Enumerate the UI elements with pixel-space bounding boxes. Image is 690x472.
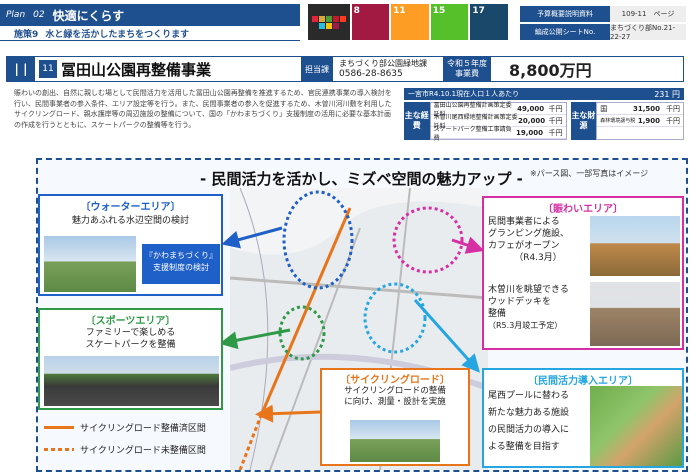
water-area-text: 魅力あふれる水辺空間の検討 — [71, 216, 189, 226]
legend-solid-swatch — [44, 425, 74, 429]
skatepark-photo — [44, 356, 219, 406]
lively-title: 〔賑わいエリア〕 — [543, 204, 623, 215]
cycling-photo — [350, 420, 440, 462]
cycling-text1: サイクリングロードの整備 — [344, 386, 446, 396]
legend-item: サイクリングロード未整備区間 — [44, 440, 234, 458]
legend-dashed-swatch — [44, 447, 74, 451]
cycling-text2: に向け、測量・設計を実施 — [344, 397, 446, 407]
sports-area-text1: ファミリーで楽しめる — [85, 328, 176, 338]
legend-label: サイクリングロード整備済区間 — [80, 423, 206, 434]
sports-area-box: 〔スポーツエリア〕 ファミリーで楽しめる スケートパークを整備 — [38, 308, 223, 410]
lively-text: 民間事業者による グランピング施設、 カフェがオープン （R4.3月） — [488, 217, 570, 263]
private-area-box: 〔民間活力導入エリア〕 尾西プールに替わる 新たな魅力ある施設 の民間活力の導入によ… — [482, 368, 684, 468]
glamping-photo — [590, 216, 680, 276]
private-facility-photo — [590, 386, 682, 466]
lively-area-box: 〔賑わいエリア〕 民間事業者による グランピング施設、 カフェがオープン （R4.3月… — [482, 196, 684, 350]
cycling-arrow — [255, 404, 321, 423]
legend-item: サイクリングロード整備済区間 — [44, 418, 234, 436]
wood-deck-text: 木曽川を眺望できる ウッドデッキを 整備 （R5.3月竣工予定） — [488, 285, 569, 330]
cycling-title: 〔サイクリングロード〕 — [340, 375, 450, 386]
legend-label: サイクリングロード未整備区間 — [80, 445, 206, 456]
private-text: 尾西プールに替わる 新たな魅力ある施設 の民間活力の導入に よる整備を目指す — [488, 391, 570, 452]
private-arrow — [413, 299, 480, 373]
cycling-box: 〔サイクリングロード〕 サイクリングロードの整備 に向け、測量・設計を実施 — [320, 368, 470, 466]
sports-arrow — [219, 328, 291, 350]
private-title: 〔民間活力導入エリア〕 — [528, 376, 638, 387]
water-photo — [44, 236, 136, 292]
water-area-box: 〔ウォーターエリア〕 魅力あふれる水辺空間の検討 『かわまちづくり』支援制度の検… — [38, 194, 223, 296]
water-area-title: 〔ウォーターエリア〕 — [80, 202, 181, 213]
sports-area-text2: スケートパークを整備 — [85, 340, 176, 350]
kawamachi-badge: 『かわまちづくり』支援制度の検討 — [142, 244, 220, 284]
map-legend: サイクリングロード整備済区間 サイクリングロード未整備区間 — [44, 418, 234, 462]
water-arrow — [221, 226, 283, 249]
sports-area-title: 〔スポーツエリア〕 — [85, 316, 176, 327]
lively-arrow — [451, 236, 485, 254]
wood-deck-photo — [590, 282, 680, 346]
